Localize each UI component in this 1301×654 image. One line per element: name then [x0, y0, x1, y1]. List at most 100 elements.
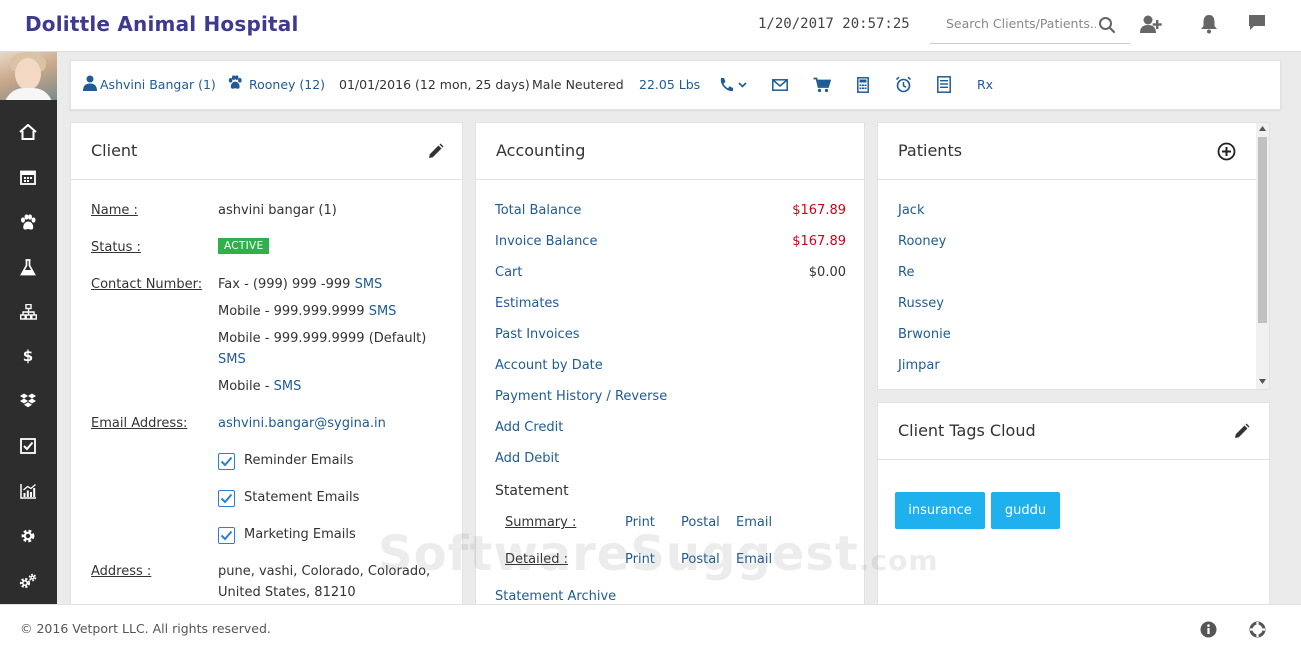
tag-chip[interactable]: guddu — [991, 492, 1060, 529]
invoice-balance-link[interactable]: Invoice Balance — [495, 234, 597, 249]
patients-panel: Patients Jack Rooney Re Russey Brwonie J… — [877, 122, 1270, 390]
gears-icon[interactable] — [19, 572, 37, 590]
summary-email-link[interactable]: Email — [736, 515, 772, 530]
payment-history-link[interactable]: Payment History / Reverse — [495, 389, 667, 404]
tag-chip[interactable]: insurance — [895, 492, 985, 529]
home-icon[interactable] — [19, 123, 37, 141]
avatar[interactable] — [0, 52, 57, 100]
scroll-up-icon[interactable] — [1259, 126, 1266, 131]
chart-icon[interactable] — [19, 482, 37, 500]
info-icon[interactable] — [1200, 621, 1217, 642]
estimates-link[interactable]: Estimates — [495, 296, 559, 311]
statement-heading: Statement — [495, 483, 569, 499]
edit-tags-icon[interactable] — [1233, 423, 1250, 444]
patients-scrollbar[interactable] — [1256, 123, 1269, 389]
sms-link[interactable]: SMS — [218, 352, 246, 367]
patient-item[interactable]: Brwonie — [898, 327, 951, 342]
sidebar: $ — [0, 52, 57, 604]
summary-print-link[interactable]: Print — [625, 515, 655, 530]
sms-link[interactable]: SMS — [355, 277, 383, 292]
patient-paw-icon — [227, 75, 243, 93]
patients-panel-title: Patients — [898, 141, 963, 160]
detailed-print-link[interactable]: Print — [625, 552, 655, 567]
calculator-icon[interactable] — [857, 77, 869, 96]
sitemap-icon[interactable] — [19, 303, 37, 321]
scroll-down-icon[interactable] — [1259, 379, 1266, 384]
support-lifebuoy-icon[interactable] — [1249, 621, 1266, 642]
cart-value: $0.00 — [808, 265, 846, 280]
patient-item[interactable]: Russey — [898, 296, 944, 311]
dropbox-icon[interactable] — [19, 392, 37, 410]
detailed-label: Detailed : — [505, 552, 569, 567]
patient-item[interactable]: Jimpar — [898, 358, 940, 373]
checkbox-icon[interactable] — [19, 437, 37, 455]
detailed-postal-link[interactable]: Postal — [681, 552, 720, 567]
patient-item[interactable]: Re — [898, 265, 914, 280]
footer: © 2016 Vetport LLC. All rights reserved. — [0, 604, 1301, 654]
document-list-icon[interactable] — [937, 76, 951, 96]
app-title[interactable]: Dolittle Animal Hospital — [25, 12, 299, 36]
patients-panel-header: Patients — [878, 123, 1269, 180]
client-icon — [83, 75, 97, 94]
flask-icon[interactable] — [19, 258, 37, 276]
summary-label: Summary : — [505, 515, 577, 530]
contact-mobile-3: Mobile - SMS — [218, 379, 302, 394]
sms-link[interactable]: SMS — [274, 379, 302, 394]
contact-mobile-default: Mobile - 999.999.9999 (Default) — [218, 331, 427, 346]
invoice-balance-value: $167.89 — [792, 234, 846, 249]
chat-icon[interactable] — [1248, 14, 1266, 36]
cart-link[interactable]: Cart — [495, 265, 523, 280]
add-debit-link[interactable]: Add Debit — [495, 451, 559, 466]
client-link[interactable]: Ashvini Bangar (1) — [100, 77, 216, 92]
past-invoices-link[interactable]: Past Invoices — [495, 327, 579, 342]
cart-icon[interactable] — [813, 77, 832, 96]
edit-client-icon[interactable] — [427, 143, 444, 164]
search-icon[interactable] — [1098, 16, 1116, 38]
statement-archive-link[interactable]: Statement Archive — [495, 589, 616, 604]
client-tags-panel-header: Client Tags Cloud — [878, 403, 1269, 460]
contact-label: Contact Number: — [91, 277, 203, 292]
accounting-panel-header: Accounting — [476, 123, 864, 180]
reminder-emails-checkbox[interactable] — [218, 453, 235, 470]
status-label: Status : — [91, 240, 141, 255]
rx-link[interactable]: Rx — [977, 77, 993, 92]
add-credit-link[interactable]: Add Credit — [495, 420, 563, 435]
gear-icon[interactable] — [19, 527, 37, 545]
search-input[interactable] — [946, 16, 1096, 31]
client-email[interactable]: ashvini.bangar@sygina.in — [218, 416, 386, 431]
dollar-icon[interactable]: $ — [19, 347, 37, 365]
bell-icon[interactable] — [1200, 14, 1218, 38]
alarm-clock-icon[interactable] — [895, 76, 912, 96]
accounting-panel-title: Accounting — [496, 141, 586, 160]
add-user-icon[interactable] — [1140, 14, 1162, 38]
patient-link[interactable]: Rooney (12) — [249, 77, 325, 92]
paw-icon[interactable] — [19, 213, 37, 231]
name-label: Name : — [91, 203, 138, 218]
summary-postal-link[interactable]: Postal — [681, 515, 720, 530]
account-by-date-link[interactable]: Account by Date — [495, 358, 603, 373]
calendar-icon[interactable] — [19, 168, 37, 186]
patient-dob: 01/01/2016 (12 mon, 25 days) — [339, 77, 530, 92]
address-line-1: pune, vashi, Colorado, Colorado, — [218, 564, 431, 579]
patient-item[interactable]: Rooney — [898, 234, 946, 249]
sms-link[interactable]: SMS — [369, 304, 397, 319]
add-patient-icon[interactable] — [1217, 142, 1236, 165]
client-tags-panel-title: Client Tags Cloud — [898, 421, 1036, 440]
patient-weight[interactable]: 22.05 Lbs — [639, 77, 700, 92]
patient-item[interactable]: Jack — [898, 203, 924, 218]
contact-mobile-1: Mobile - 999.999.9999 SMS — [218, 304, 397, 319]
search-box[interactable] — [930, 10, 1130, 44]
statement-emails-checkbox[interactable] — [218, 490, 235, 507]
client-panel: Client Name : ashvini bangar (1) Status … — [70, 122, 463, 612]
address-label: Address : — [91, 564, 152, 579]
contact-fax: Fax - (999) 999 -999 SMS — [218, 277, 383, 292]
top-bar: Dolittle Animal Hospital 1/20/2017 20:57… — [0, 0, 1301, 52]
scrollbar-thumb[interactable] — [1258, 137, 1267, 323]
statement-emails-label: Statement Emails — [244, 490, 360, 505]
total-balance-link[interactable]: Total Balance — [495, 203, 581, 218]
detailed-email-link[interactable]: Email — [736, 552, 772, 567]
datetime: 1/20/2017 20:57:25 — [758, 16, 910, 32]
mail-icon[interactable] — [772, 79, 788, 94]
phone-dropdown-icon[interactable] — [718, 77, 748, 96]
marketing-emails-checkbox[interactable] — [218, 527, 235, 544]
